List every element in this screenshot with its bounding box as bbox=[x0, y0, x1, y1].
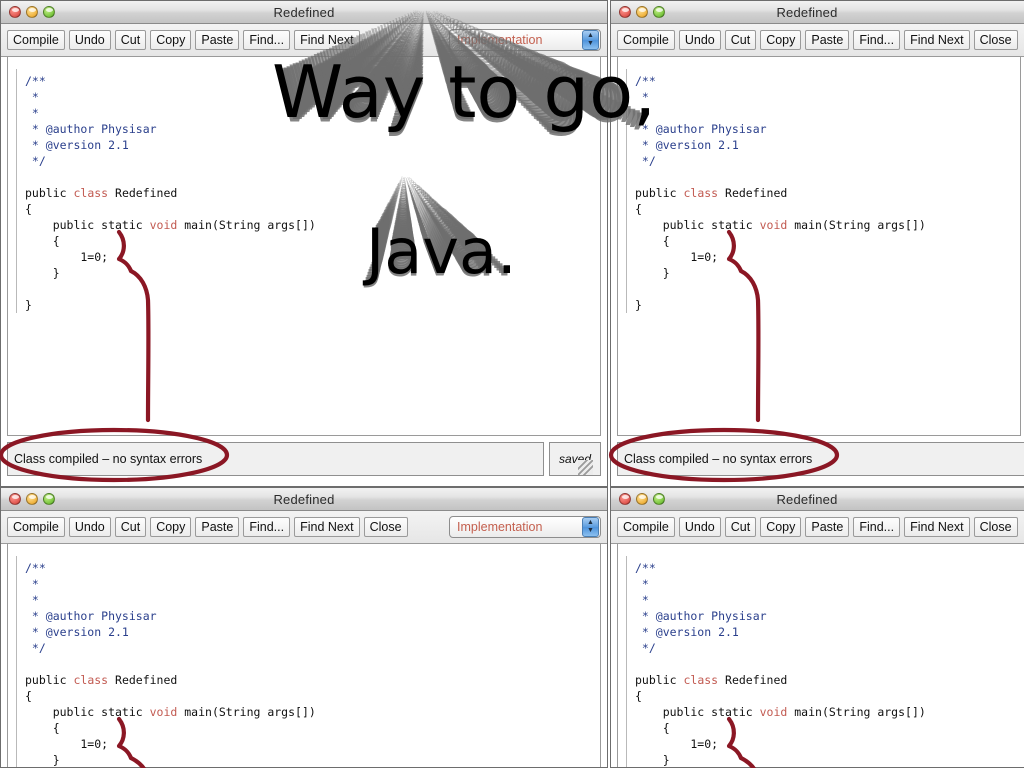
code-editor-top-left[interactable]: /** * * * @author Physisar * @version 2.… bbox=[7, 56, 601, 436]
paste-button[interactable]: Paste bbox=[805, 517, 850, 537]
cut-button[interactable]: Cut bbox=[724, 517, 757, 537]
undo-button[interactable]: Undo bbox=[678, 30, 721, 50]
window-bottom-right[interactable]: Redefined Compile Undo Cut Copy Paste Fi… bbox=[610, 487, 1024, 768]
compile-button[interactable]: Compile bbox=[617, 517, 675, 537]
close-toolbar-button[interactable]: Close bbox=[973, 30, 1018, 50]
window-title: Redefined bbox=[776, 4, 838, 20]
compile-button[interactable]: Compile bbox=[617, 30, 675, 50]
close-button[interactable] bbox=[619, 493, 631, 505]
find-next-button[interactable]: Find Next bbox=[294, 517, 360, 537]
minimize-button[interactable] bbox=[636, 493, 648, 505]
minimize-button[interactable] bbox=[26, 493, 38, 505]
zoom-button[interactable] bbox=[43, 493, 55, 505]
window-title: Redefined bbox=[776, 491, 838, 507]
find-button[interactable]: Find... bbox=[853, 517, 901, 537]
find-button[interactable]: Find... bbox=[853, 30, 901, 50]
traffic-lights bbox=[611, 6, 665, 18]
copy-button[interactable]: Copy bbox=[150, 517, 192, 537]
find-next-button[interactable]: Find Next bbox=[904, 517, 970, 537]
source-code[interactable]: /** * * * @author Physisar * @version 2.… bbox=[16, 68, 600, 313]
traffic-lights bbox=[611, 493, 665, 505]
chevron-updown-icon[interactable]: ▲ ▼ bbox=[582, 517, 599, 537]
code-editor-top-right[interactable]: /** * * * @author Physisar * @version 2.… bbox=[617, 56, 1021, 436]
close-button[interactable] bbox=[619, 6, 631, 18]
status-row-top-right: Class compiled – no syntax errors bbox=[617, 442, 1024, 476]
toolbar-top-right: Compile Undo Cut Copy Paste Find... Find… bbox=[611, 24, 1024, 57]
find-next-button[interactable]: Find Next bbox=[294, 30, 360, 50]
code-editor-bottom-right[interactable]: /** * * * @author Physisar * @version 2.… bbox=[617, 543, 1024, 767]
chevron-updown-icon[interactable]: ▲ ▼ bbox=[582, 30, 599, 50]
undo-button[interactable]: Undo bbox=[678, 517, 721, 537]
source-code[interactable]: /** * * * @author Physisar * @version 2.… bbox=[16, 555, 600, 767]
view-popup-value: Implementation bbox=[457, 520, 543, 534]
traffic-lights bbox=[1, 493, 55, 505]
cut-button[interactable]: Cut bbox=[114, 517, 147, 537]
toolbar-top-left: Compile Undo Cut Copy Paste Find... Find… bbox=[1, 24, 607, 57]
zoom-button[interactable] bbox=[43, 6, 55, 18]
view-popup-menu[interactable]: Implementation ▲ ▼ bbox=[449, 29, 601, 51]
window-top-left[interactable]: Redefined Compile Undo Cut Copy Paste Fi… bbox=[0, 0, 608, 487]
status-message: Class compiled – no syntax errors bbox=[617, 442, 1024, 476]
status-message: Class compiled – no syntax errors bbox=[7, 442, 544, 476]
chevron-up-icon: ▲ bbox=[587, 32, 594, 39]
compile-button[interactable]: Compile bbox=[7, 30, 65, 50]
zoom-button[interactable] bbox=[653, 6, 665, 18]
minimize-button[interactable] bbox=[26, 6, 38, 18]
desktop-screen: Redefined Compile Undo Cut Copy Paste Fi… bbox=[0, 0, 1024, 768]
window-title: Redefined bbox=[273, 4, 335, 20]
copy-button[interactable]: Copy bbox=[760, 30, 802, 50]
window-title: Redefined bbox=[273, 491, 335, 507]
find-button[interactable]: Find... bbox=[243, 30, 291, 50]
source-code[interactable]: /** * * * @author Physisar * @version 2.… bbox=[626, 68, 1020, 313]
chevron-down-icon: ▼ bbox=[587, 527, 594, 534]
close-button[interactable] bbox=[9, 6, 21, 18]
zoom-button[interactable] bbox=[653, 493, 665, 505]
titlebar-top-left[interactable]: Redefined bbox=[1, 1, 607, 24]
status-row-top-left: Class compiled – no syntax errors saved bbox=[7, 442, 601, 476]
minimize-button[interactable] bbox=[636, 6, 648, 18]
resize-grip[interactable] bbox=[578, 460, 593, 475]
view-popup-value: Implementation bbox=[457, 33, 543, 47]
close-button[interactable] bbox=[9, 493, 21, 505]
saved-indicator: saved bbox=[549, 442, 601, 476]
source-code[interactable]: /** * * * @author Physisar * @version 2.… bbox=[626, 555, 1024, 767]
close-toolbar-button[interactable]: Close bbox=[973, 517, 1018, 537]
close-toolbar-button[interactable]: Close bbox=[363, 517, 408, 537]
copy-button[interactable]: Copy bbox=[150, 30, 192, 50]
paste-button[interactable]: Paste bbox=[195, 30, 240, 50]
paste-button[interactable]: Paste bbox=[805, 30, 850, 50]
copy-button[interactable]: Copy bbox=[760, 517, 802, 537]
window-bottom-left[interactable]: Redefined Compile Undo Cut Copy Paste Fi… bbox=[0, 487, 608, 768]
titlebar-bottom-right[interactable]: Redefined bbox=[611, 488, 1024, 511]
code-editor-bottom-left[interactable]: /** * * * @author Physisar * @version 2.… bbox=[7, 543, 601, 767]
compile-button[interactable]: Compile bbox=[7, 517, 65, 537]
toolbar-bottom-left: Compile Undo Cut Copy Paste Find... Find… bbox=[1, 511, 607, 544]
undo-button[interactable]: Undo bbox=[68, 30, 111, 50]
view-popup-menu[interactable]: Implementation ▲ ▼ bbox=[449, 516, 601, 538]
cut-button[interactable]: Cut bbox=[114, 30, 147, 50]
titlebar-top-right[interactable]: Redefined bbox=[611, 1, 1024, 24]
cut-button[interactable]: Cut bbox=[724, 30, 757, 50]
chevron-up-icon: ▲ bbox=[587, 519, 594, 526]
undo-button[interactable]: Undo bbox=[68, 517, 111, 537]
titlebar-bottom-left[interactable]: Redefined bbox=[1, 488, 607, 511]
toolbar-bottom-right: Compile Undo Cut Copy Paste Find... Find… bbox=[611, 511, 1024, 544]
paste-button[interactable]: Paste bbox=[195, 517, 240, 537]
find-button[interactable]: Find... bbox=[243, 517, 291, 537]
window-top-right[interactable]: Redefined Compile Undo Cut Copy Paste Fi… bbox=[610, 0, 1024, 487]
chevron-down-icon: ▼ bbox=[587, 40, 594, 47]
traffic-lights bbox=[1, 6, 55, 18]
find-next-button[interactable]: Find Next bbox=[904, 30, 970, 50]
